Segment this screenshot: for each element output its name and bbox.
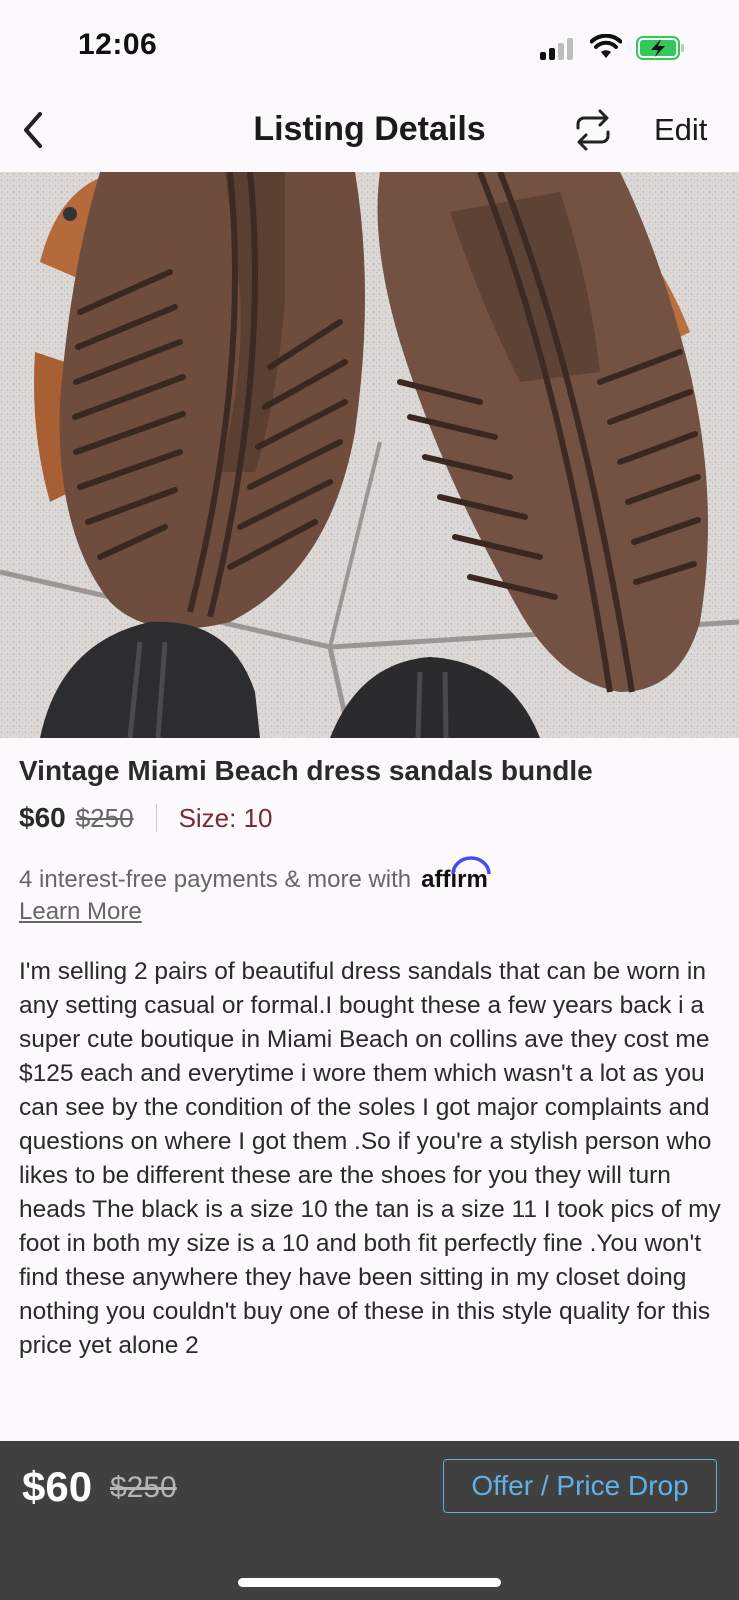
- offer-price-drop-button[interactable]: Offer / Price Drop: [443, 1459, 717, 1513]
- nav-bar: Listing Details Edit: [0, 92, 739, 172]
- repost-icon[interactable]: [572, 106, 614, 154]
- affirm-text: 4 interest-free payments & more with: [19, 866, 412, 893]
- affirm-arc-icon: [451, 856, 491, 875]
- sandal-soles-image: [0, 172, 739, 738]
- affirm-logo: affirm: [421, 856, 491, 894]
- battery-charging-icon: [636, 36, 684, 60]
- divider: [155, 804, 157, 832]
- listing-photo[interactable]: [0, 172, 739, 738]
- size-label[interactable]: Size: 10: [179, 803, 273, 834]
- price-row: $60 $250 Size: 10: [19, 800, 273, 836]
- learn-more-link[interactable]: Learn More: [19, 898, 142, 926]
- affirm-banner: 4 interest-free payments & more with aff…: [19, 856, 491, 894]
- original-price: $250: [75, 802, 134, 833]
- bottom-action-bar: $60 $250 Offer / Price Drop: [0, 1441, 739, 1600]
- bottom-original-price: $250: [110, 1471, 177, 1504]
- home-indicator[interactable]: [238, 1578, 501, 1587]
- page-title: Listing Details: [253, 110, 486, 148]
- listing-price: $60: [19, 802, 66, 833]
- status-time: 12:06: [78, 28, 158, 61]
- edit-button[interactable]: Edit: [654, 112, 707, 148]
- signal-icon: [540, 38, 578, 60]
- status-bar: 12:06: [0, 0, 739, 92]
- bottom-price: $60: [22, 1463, 93, 1510]
- listing-title: Vintage Miami Beach dress sandals bundle: [19, 755, 593, 786]
- listing-description: I'm selling 2 pairs of beautiful dress s…: [19, 958, 721, 1359]
- wifi-icon: [590, 34, 622, 58]
